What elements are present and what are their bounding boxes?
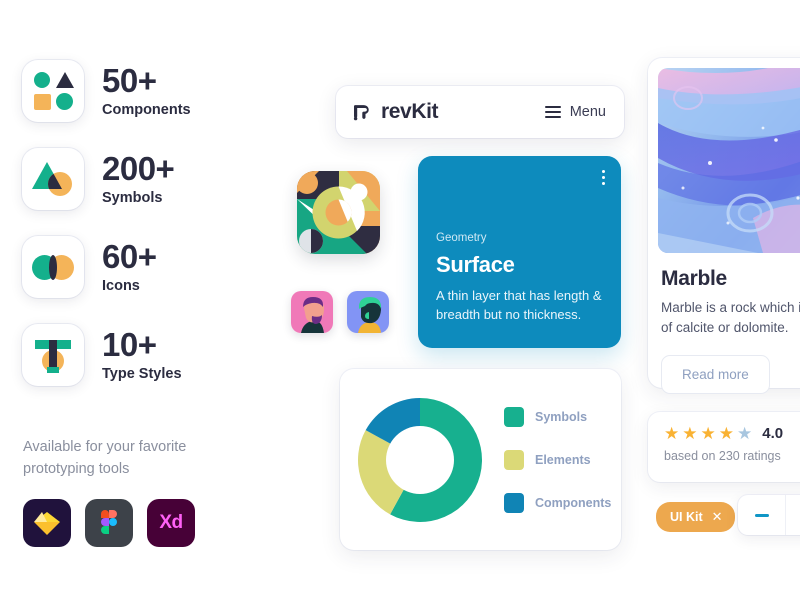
- chip-label: UI Kit: [670, 510, 703, 524]
- stat-number: 200+: [102, 150, 175, 188]
- legend-label: Elements: [535, 452, 591, 467]
- marble-description: Marble is a rock which is of calcite or …: [661, 300, 800, 336]
- prototyping-tools-section: Available for your favorite prototyping …: [23, 436, 238, 547]
- marble-title: Marble: [661, 267, 727, 290]
- legend-item: Components: [504, 492, 612, 513]
- surface-title: Surface: [436, 252, 515, 277]
- tools-logo-row: Xd: [23, 498, 238, 547]
- brand-name: revKit: [381, 100, 439, 123]
- menu-label: Menu: [569, 104, 606, 120]
- rating-value: 4.0: [762, 425, 784, 442]
- quantity-stepper[interactable]: [738, 495, 800, 535]
- stat-label: Components: [102, 101, 191, 118]
- marble-texture-svg: [658, 68, 800, 253]
- chart-legend: Symbols Elements Components: [504, 406, 612, 513]
- rating-subtext: based on 230 ratings: [664, 449, 781, 463]
- legend-swatch-elements: [504, 449, 524, 470]
- surface-card[interactable]: Geometry Surface A thin layer that has l…: [418, 156, 621, 348]
- star-icon: ★: [718, 424, 734, 443]
- stat-number: 10+: [102, 326, 157, 364]
- legend-swatch-components: [504, 492, 524, 513]
- avatar-pink-image: [291, 291, 333, 333]
- stat-number: 60+: [102, 238, 157, 276]
- avatar-blue-image: [347, 291, 389, 333]
- stat-label: Type Styles: [102, 365, 182, 382]
- avatar[interactable]: [347, 291, 389, 333]
- donut-chart: [358, 397, 482, 522]
- minus-icon: [754, 513, 769, 517]
- marble-texture-image: [658, 68, 800, 253]
- more-vertical-icon[interactable]: [602, 170, 605, 185]
- type-styles-t-icon: [22, 324, 84, 386]
- star-icon: ★: [700, 424, 716, 443]
- stat-item-icons: 60+ Icons: [22, 236, 262, 298]
- stats-list: 50+ Components 200+ Symbols 60+ Icons 10…: [22, 60, 262, 412]
- stepper-decrement-button[interactable]: [738, 513, 785, 517]
- stat-label: Icons: [102, 277, 140, 294]
- legend-item: Elements: [504, 449, 611, 470]
- surface-description: A thin layer that has length & breadth b…: [436, 288, 602, 322]
- stat-item-symbols: 200+ Symbols: [22, 148, 262, 210]
- surface-eyebrow: Geometry: [436, 232, 487, 244]
- ui-kit-chip[interactable]: UI Kit ✕: [656, 502, 735, 532]
- xd-label: Xd: [159, 511, 183, 533]
- geometric-pattern-image: [297, 171, 380, 254]
- avatar[interactable]: [291, 291, 333, 333]
- symbols-shapes-icon: [22, 148, 84, 210]
- stepper-divider: [785, 495, 786, 535]
- adobe-xd-logo-icon[interactable]: Xd: [147, 498, 195, 547]
- menu-button[interactable]: Menu: [544, 104, 606, 120]
- rating-card: ★ ★ ★ ★ ★ 4.0 based on 230 ratings: [648, 412, 800, 482]
- donut-chart-card: Symbols Elements Components: [340, 369, 621, 550]
- legend-label: Symbols: [535, 409, 588, 424]
- avatar-list: [291, 291, 389, 333]
- legend-swatch-symbols: [504, 406, 524, 427]
- figma-logo-icon[interactable]: [85, 498, 133, 547]
- legend-label: Components: [535, 495, 612, 510]
- navbar: revKit Menu: [336, 86, 624, 138]
- read-more-button[interactable]: Read more: [661, 354, 770, 394]
- marble-card: Marble Marble is a rock which is of calc…: [648, 58, 800, 394]
- tools-caption: Available for your favorite prototyping …: [23, 439, 187, 478]
- brand[interactable]: revKit: [351, 100, 439, 124]
- close-icon[interactable]: ✕: [712, 509, 723, 525]
- geometric-pattern-tile[interactable]: [297, 171, 380, 254]
- sketch-logo-icon[interactable]: [23, 498, 71, 547]
- stat-item-components: 50+ Components: [22, 60, 262, 122]
- star-icon: ★: [682, 424, 698, 443]
- stat-item-type-styles: 10+ Type Styles: [22, 324, 262, 386]
- star-rating[interactable]: ★ ★ ★ ★ ★ 4.0: [664, 425, 800, 442]
- stat-number: 50+: [102, 62, 157, 100]
- legend-item: Symbols: [504, 406, 611, 427]
- hamburger-icon: [544, 106, 561, 118]
- star-icon: ★: [664, 424, 680, 443]
- star-icon-empty: ★: [737, 424, 753, 443]
- page-root: 50+ Components 200+ Symbols 60+ Icons 10…: [0, 0, 800, 600]
- components-shapes-icon: [22, 60, 84, 122]
- stat-label: Symbols: [102, 189, 163, 206]
- icons-circles-icon: [22, 236, 84, 298]
- revkit-logo-icon: [353, 105, 369, 121]
